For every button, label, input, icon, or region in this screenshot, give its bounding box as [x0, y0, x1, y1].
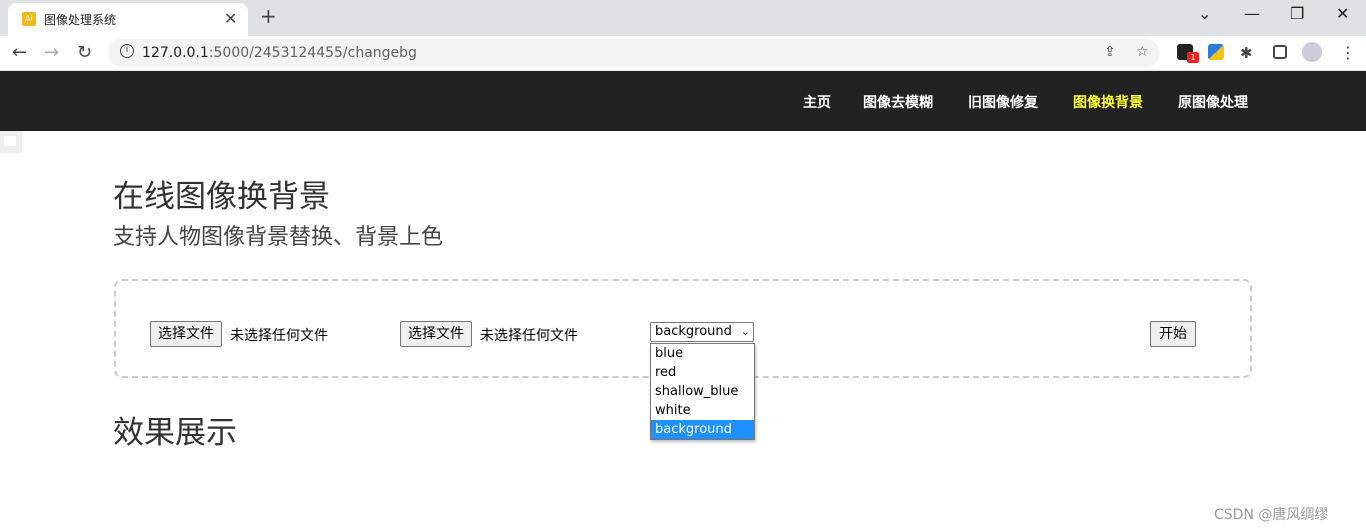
option-white[interactable]: white: [651, 401, 754, 420]
share-icon[interactable]: ⇪: [1104, 44, 1116, 60]
choose-file-button-1[interactable]: 选择文件: [150, 321, 222, 347]
new-tab-icon[interactable]: +: [260, 4, 277, 28]
option-red[interactable]: red: [651, 363, 754, 382]
restore-icon[interactable]: ❐: [1290, 4, 1304, 23]
info-icon[interactable]: i: [120, 44, 134, 58]
browser-tab-bar: Ai 图像处理系统 ✕ + ⌄ — ❐ ✕: [0, 0, 1366, 36]
browser-toolbar: ← → ↻ i 127.0.0.1:5000/2453124455/change…: [0, 36, 1366, 71]
profile-avatar-icon[interactable]: [1302, 42, 1322, 62]
nav-restore[interactable]: 旧图像修复: [968, 92, 1038, 112]
watermark: CSDN @唐风绸缪: [1214, 507, 1329, 523]
extension-icon[interactable]: 1: [1177, 44, 1199, 63]
bookmark-star-icon[interactable]: ☆: [1136, 44, 1149, 60]
browser-tab[interactable]: Ai 图像处理系统 ✕: [8, 3, 248, 36]
extension-2-icon[interactable]: [1208, 44, 1224, 60]
side-toggle-icon[interactable]: [0, 131, 22, 153]
option-background[interactable]: background: [651, 420, 754, 439]
tab-search-icon[interactable]: ⌄: [1198, 4, 1211, 23]
file-status-2: 未选择任何文件: [480, 328, 578, 344]
back-icon[interactable]: ←: [12, 42, 27, 63]
nav-deblur[interactable]: 图像去模糊: [863, 92, 933, 112]
background-select[interactable]: background ⌄: [650, 322, 754, 342]
side-panel-icon[interactable]: [1273, 45, 1287, 59]
select-value: background: [655, 324, 732, 339]
minimize-icon[interactable]: —: [1244, 4, 1260, 23]
tab-title: 图像处理系统: [44, 13, 117, 27]
url-path: :5000/2453124455/changebg: [208, 45, 417, 61]
choose-file-button-2[interactable]: 选择文件: [400, 321, 472, 347]
chevron-down-icon: ⌄: [740, 325, 750, 338]
close-window-icon[interactable]: ✕: [1336, 4, 1349, 23]
extension-badge: 1: [1187, 52, 1199, 63]
url-host: 127.0.0.1: [142, 45, 209, 61]
option-shallow-blue[interactable]: shallow_blue: [651, 382, 754, 401]
background-dropdown: blue red shallow_blue white background: [650, 343, 755, 440]
nav-home[interactable]: 主页: [803, 92, 831, 112]
result-title: 效果展示: [113, 415, 237, 451]
reload-icon[interactable]: ↻: [77, 42, 92, 63]
favicon-icon: Ai: [22, 12, 36, 26]
address-bar[interactable]: i 127.0.0.1:5000/2453124455/changebg ⇪ ☆: [108, 39, 1160, 67]
url-text[interactable]: 127.0.0.1:5000/2453124455/changebg: [142, 45, 417, 61]
page-title: 在线图像换背景: [113, 179, 330, 215]
nav-original-processing[interactable]: 原图像处理: [1178, 92, 1248, 112]
file-status-1: 未选择任何文件: [230, 328, 328, 344]
start-button[interactable]: 开始: [1150, 321, 1196, 347]
nav-change-background[interactable]: 图像换背景: [1073, 92, 1143, 112]
forward-icon[interactable]: →: [44, 42, 59, 63]
option-blue[interactable]: blue: [651, 344, 754, 363]
close-tab-icon[interactable]: ✕: [224, 9, 237, 28]
page-subtitle: 支持人物图像背景替换、背景上色: [113, 225, 444, 250]
site-navbar: 主页 图像去模糊 旧图像修复 图像换背景 原图像处理: [0, 71, 1366, 131]
menu-dots-icon[interactable]: ⋮: [1340, 43, 1356, 62]
puzzle-icon[interactable]: ✱: [1240, 44, 1253, 62]
